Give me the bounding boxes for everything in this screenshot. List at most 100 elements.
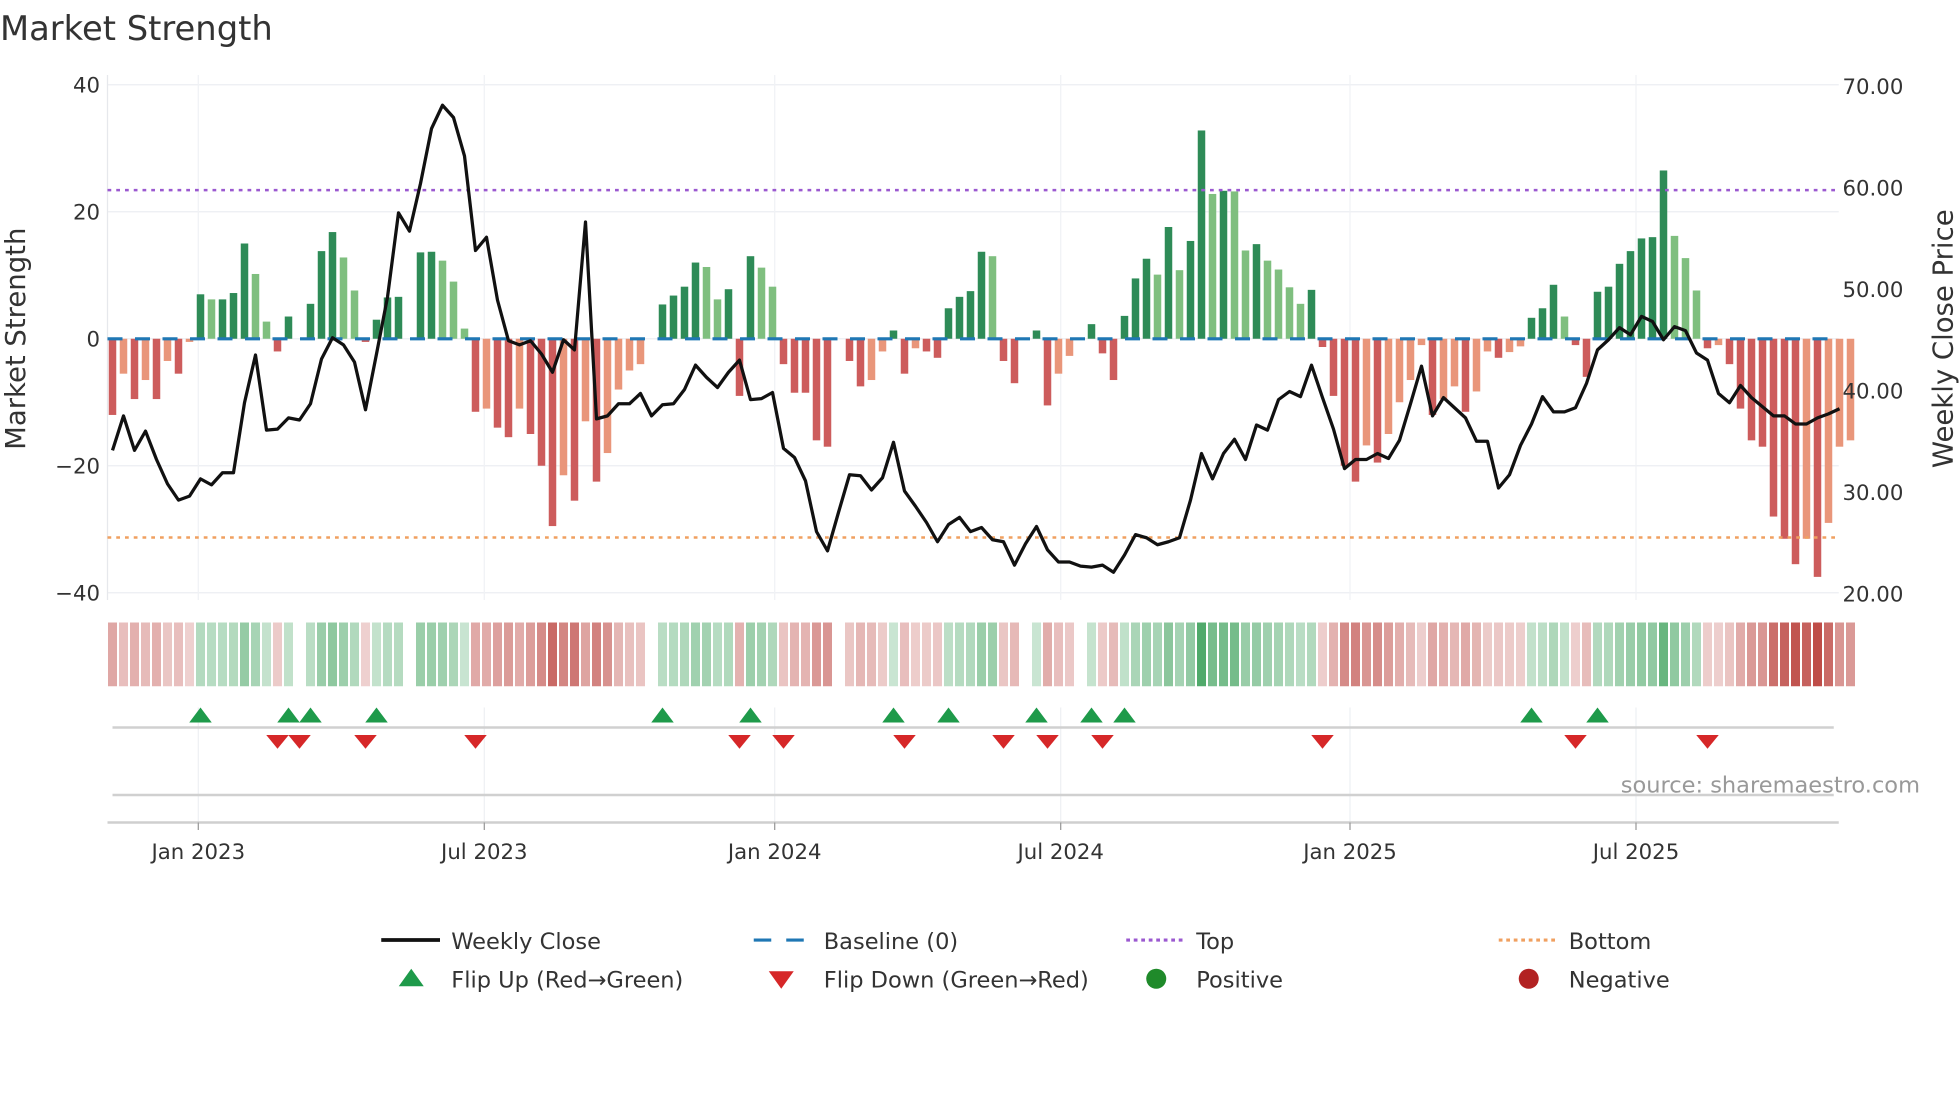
heat-cell (1615, 622, 1624, 687)
legend-label: Baseline (0) (824, 929, 958, 955)
heat-cell (1813, 622, 1822, 687)
heat-cell (1065, 622, 1074, 687)
heat-cell (207, 622, 216, 687)
strength-bar (1736, 338, 1745, 409)
strength-bar (636, 338, 645, 365)
heat-cell (1230, 622, 1239, 687)
heat-cell (757, 622, 766, 687)
strength-bar (1461, 338, 1470, 412)
heat-cell (1659, 622, 1668, 687)
heat-cell (911, 622, 920, 687)
heat-cell (1824, 622, 1833, 687)
strength-bar (130, 338, 139, 400)
heat-cell (1406, 622, 1415, 687)
heat-cell (1428, 622, 1437, 687)
strength-bar (1813, 338, 1822, 577)
strength-bar (1120, 315, 1129, 339)
heat-cell (856, 622, 865, 687)
heat-cell (515, 622, 524, 687)
flip-down-marker (1696, 735, 1719, 749)
heat-cell (416, 622, 425, 687)
heat-cell (746, 622, 755, 687)
heat-cell (1131, 622, 1140, 687)
flip-down-marker (354, 735, 377, 749)
strength-bar (1263, 260, 1272, 339)
heat-cell (900, 622, 909, 687)
strength-bar (1197, 130, 1206, 339)
flip-down-marker (1311, 735, 1334, 749)
heat-cell (141, 622, 150, 687)
heat-cell (1439, 622, 1448, 687)
strength-bar (724, 289, 733, 339)
heat-cell (548, 622, 557, 687)
x-tick-label: Jul 2024 (1015, 840, 1103, 865)
heat-cell (735, 622, 744, 687)
legend-label: Flip Down (Green→Red) (824, 968, 1089, 994)
heat-cell (691, 622, 700, 687)
strength-bar (482, 338, 491, 409)
strength-bar (559, 338, 568, 476)
y2-tick-label: 40.00 (1843, 379, 1904, 404)
strength-bar (394, 296, 403, 339)
legend-label: Negative (1569, 968, 1670, 994)
heat-cell (1384, 622, 1393, 687)
strength-bar (603, 338, 612, 454)
heat-cell (1461, 622, 1470, 687)
heat-cell (1450, 622, 1459, 687)
strength-bar (262, 321, 271, 339)
strength-bar (1186, 240, 1195, 339)
heat-cell (1164, 622, 1173, 687)
strength-bar (658, 304, 667, 339)
y-tick-label: −40 (55, 581, 100, 606)
heat-cell (1549, 622, 1558, 687)
heat-cell (1681, 622, 1690, 687)
strength-bar (163, 338, 172, 361)
strength-bar (1098, 338, 1107, 354)
heat-cell (361, 622, 370, 687)
heat-cell (768, 622, 778, 687)
strength-bar (1164, 226, 1173, 339)
heat-cell (1527, 622, 1536, 687)
strength-bar (878, 338, 887, 352)
heat-cell (1780, 622, 1789, 687)
heat-cell (713, 622, 723, 687)
heat-cell (251, 622, 260, 687)
strength-bar (977, 251, 986, 339)
heat-cell (372, 622, 382, 687)
heat-cell (1010, 622, 1019, 687)
heat-cell (1516, 622, 1525, 687)
strength-bar (1505, 338, 1514, 353)
strength-bar (119, 338, 128, 374)
heat-cell (1494, 622, 1503, 687)
heat-cell (1714, 622, 1723, 687)
heat-cell (603, 622, 612, 687)
heat-cell (504, 622, 513, 687)
flip-down-marker (464, 735, 487, 749)
heat-cell (1835, 622, 1844, 687)
strength-bar (1032, 330, 1041, 339)
strength-bar (999, 338, 1008, 361)
flip-down-marker (1091, 735, 1114, 749)
heat-cell (174, 622, 183, 687)
heat-cell (1186, 622, 1195, 687)
y-axis-label: Market Strength (0, 228, 32, 450)
flip-up-marker (1025, 707, 1048, 723)
strength-bar (1054, 338, 1063, 374)
heat-cell (537, 622, 546, 687)
heat-cell (130, 622, 139, 687)
strength-bar (845, 338, 854, 361)
heat-cell (955, 622, 964, 687)
heat-cell (1604, 622, 1613, 687)
heat-cell (1087, 622, 1096, 687)
strength-bar (1142, 258, 1151, 339)
y-tick-label: 20 (73, 200, 100, 225)
strength-bar (790, 338, 799, 393)
strength-heat-strip (108, 622, 1855, 687)
y-tick-label: 40 (73, 73, 100, 98)
legend-dot-marker-icon (1518, 968, 1539, 989)
strength-bar (1692, 290, 1701, 339)
heat-cell (1395, 622, 1404, 687)
heat-cell (1153, 622, 1162, 687)
heat-cell (1747, 622, 1756, 687)
heat-cell (1791, 622, 1800, 687)
